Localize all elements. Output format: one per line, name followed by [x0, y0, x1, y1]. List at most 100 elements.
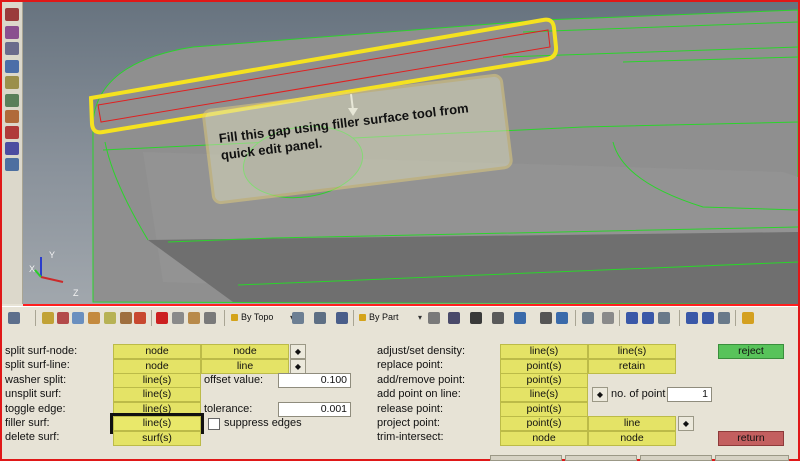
left-toolbar	[2, 2, 23, 304]
wrench-icon[interactable]	[602, 312, 614, 324]
toggle-edge-button[interactable]: line(s)	[113, 402, 201, 417]
redo-icon[interactable]	[658, 312, 670, 324]
star-icon[interactable]	[742, 312, 754, 324]
line-icon[interactable]	[470, 312, 482, 324]
trim-intersect-label: trim-intersect:	[377, 431, 444, 443]
trim-intersect-button-1[interactable]: node	[500, 431, 588, 446]
split-surf-line-button-1[interactable]: node	[113, 359, 201, 374]
measure-icon[interactable]	[5, 94, 19, 107]
tolerance-field[interactable]: 0.001	[278, 402, 351, 417]
split-surf-node-label: split surf-node:	[5, 345, 78, 357]
entity-icon[interactable]	[5, 110, 19, 123]
mesh-mode-icon[interactable]	[428, 312, 440, 324]
label-icon[interactable]	[5, 126, 19, 139]
split-surf-node-button-1[interactable]: node	[113, 344, 201, 359]
split-surf-node-button-2[interactable]: node	[201, 344, 289, 359]
split-surf-line-button-2[interactable]: line	[201, 359, 289, 374]
washer-split-label: washer split:	[5, 374, 67, 386]
solid-icon[interactable]	[336, 312, 348, 324]
plus-icon[interactable]	[702, 312, 714, 324]
mesh-icon[interactable]	[172, 312, 184, 324]
separator	[575, 310, 576, 326]
add-point-on-line-button[interactable]: line(s)	[500, 387, 588, 402]
component-icon[interactable]	[42, 312, 54, 324]
view-icon[interactable]	[5, 26, 19, 39]
add-point-on-line-label: add point on line:	[377, 388, 461, 400]
status-field-4	[715, 455, 789, 461]
load-icon[interactable]	[120, 312, 132, 324]
minus-icon[interactable]	[686, 312, 698, 324]
component-color-icon[interactable]	[57, 312, 69, 324]
material-icon[interactable]	[88, 312, 100, 324]
split-surf-node-toggle[interactable]: ◆	[290, 344, 306, 359]
element-icon[interactable]	[448, 312, 460, 324]
assembly-icon[interactable]	[72, 312, 84, 324]
separator	[619, 310, 620, 326]
quick-edit-panel: split surf-node: split surf-line: washer…	[2, 330, 798, 459]
adjust-density-button-1[interactable]: line(s)	[500, 344, 588, 359]
separator	[224, 310, 225, 326]
delete-icon[interactable]	[156, 312, 168, 324]
rotate-icon[interactable]	[5, 8, 19, 21]
project-point-toggle[interactable]: ◆	[678, 416, 694, 431]
suppress-edges-checkbox[interactable]	[208, 418, 220, 430]
shaded-edges-icon[interactable]	[514, 312, 526, 324]
split-surf-line-toggle[interactable]: ◆	[290, 359, 306, 374]
release-point-button[interactable]: point(s)	[500, 402, 588, 417]
arrow-left-icon[interactable]	[626, 312, 638, 324]
property-icon[interactable]	[104, 312, 116, 324]
add-point-toggle[interactable]: ◆	[592, 387, 608, 402]
by-part-selector[interactable]: By Part	[358, 310, 422, 325]
reject-button[interactable]: reject	[718, 344, 784, 359]
refresh-icon[interactable]	[8, 312, 20, 324]
unsplit-surf-label: unsplit surf:	[5, 388, 62, 400]
adjust-density-label: adjust/set density:	[377, 345, 466, 357]
filler-surf-label: filler surf:	[5, 417, 50, 429]
flag-icon[interactable]	[134, 312, 146, 324]
surface-icon[interactable]	[314, 312, 326, 324]
separator	[353, 310, 354, 326]
unsplit-surf-button[interactable]: line(s)	[113, 387, 201, 402]
info-icon[interactable]	[5, 60, 19, 73]
return-button[interactable]: return	[718, 431, 784, 446]
project-point-button[interactable]: point(s)	[500, 416, 588, 431]
grid-icon[interactable]	[582, 312, 594, 324]
trim-intersect-button-2[interactable]: node	[588, 431, 676, 446]
status-field-2	[565, 455, 637, 461]
graphics-viewport[interactable]: Fill this gap using filler surface tool …	[23, 2, 798, 306]
project-point-label: project point:	[377, 417, 440, 429]
retain-button[interactable]: retain	[588, 359, 676, 374]
replace-point-button[interactable]: point(s)	[500, 359, 588, 374]
triad-y-label: Y	[49, 250, 56, 260]
geometry-icon[interactable]	[188, 312, 200, 324]
split-surf-line-label: split surf-line:	[5, 359, 70, 371]
rotate-view-icon[interactable]	[718, 312, 730, 324]
triad-z-label: Z	[73, 288, 79, 298]
filler-surf-button[interactable]: line(s)	[110, 413, 204, 434]
status-field-1	[490, 455, 562, 461]
arrow-right-icon[interactable]	[642, 312, 654, 324]
mask-icon[interactable]	[5, 142, 19, 155]
fill-icon[interactable]	[540, 312, 552, 324]
offset-value-field[interactable]: 0.100	[278, 373, 351, 388]
separator	[35, 310, 36, 326]
by-topo-selector[interactable]: By Topo	[230, 310, 294, 325]
options-icon[interactable]	[204, 312, 216, 324]
visibility-icon[interactable]	[5, 42, 19, 55]
triad-x-label: X	[29, 264, 36, 274]
monitor-icon[interactable]	[556, 312, 568, 324]
numbers-icon[interactable]	[5, 76, 19, 89]
no-of-point-field[interactable]: 1	[667, 387, 712, 402]
shaded-icon[interactable]	[492, 312, 504, 324]
project-line-button[interactable]: line	[588, 416, 676, 431]
adjust-density-button-2[interactable]: line(s)	[588, 344, 676, 359]
freehand-icon[interactable]	[292, 312, 304, 324]
no-of-point-label: no. of point	[611, 388, 666, 400]
separator	[735, 310, 736, 326]
display-icon[interactable]	[5, 158, 19, 171]
delete-surf-button[interactable]: surf(s)	[113, 431, 201, 446]
tolerance-label: tolerance:	[204, 403, 253, 415]
add-remove-point-label: add/remove point:	[377, 374, 466, 386]
washer-split-button[interactable]: line(s)	[113, 373, 201, 388]
add-remove-point-button[interactable]: point(s)	[500, 373, 588, 388]
